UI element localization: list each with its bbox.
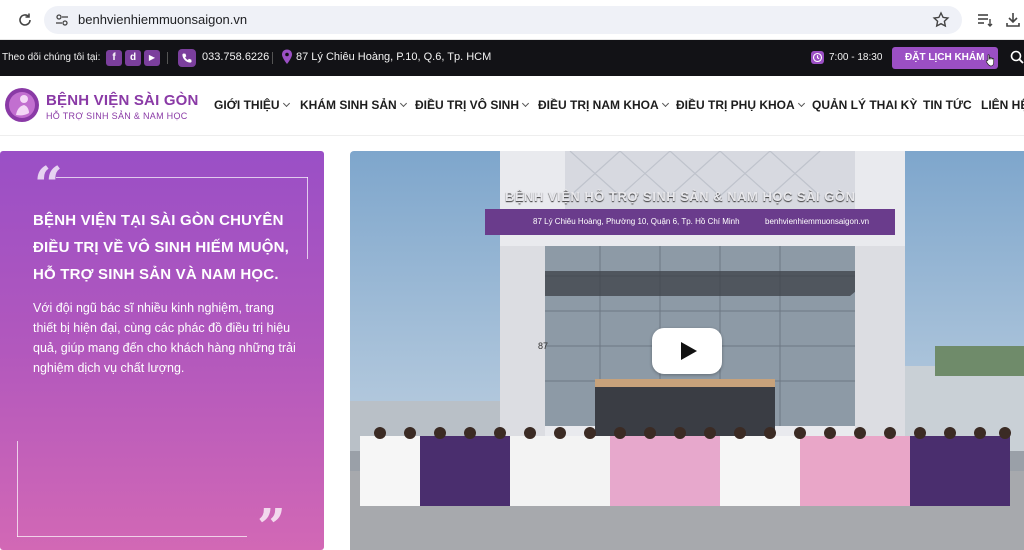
facebook-icon[interactable]: f — [106, 50, 122, 66]
frame-line — [56, 177, 308, 178]
nav-dieu-tri-vo-sinh[interactable]: ĐIỀU TRỊ VÔ SINH — [415, 98, 530, 112]
logo-title[interactable]: BỆNH VIỆN SÀI GÒN — [46, 92, 199, 109]
nav-label: TIN TỨC — [923, 98, 972, 112]
intro-heading: BỆNH VIỆN TẠI SÀI GÒN CHUYÊN ĐIỀU TRỊ VỀ… — [33, 212, 290, 283]
chevron-down-icon — [521, 99, 530, 108]
reload-icon[interactable] — [16, 11, 34, 29]
intro-description: Với đội ngũ bác sĩ nhiều kinh nghiệm, tr… — [33, 301, 296, 375]
nav-lien-he[interactable]: LIÊN HỆ — [981, 98, 1024, 112]
divider — [167, 52, 168, 64]
intro-card: “ BỆNH VIỆN TẠI SÀI GÒN CHUYÊN ĐIỀU TRỊ … — [0, 151, 324, 550]
reading-list-icon[interactable] — [976, 11, 994, 29]
tiktok-icon[interactable]: d — [125, 50, 141, 66]
bookmark-star-icon[interactable] — [932, 11, 950, 29]
banner-address: 87 Lý Chiêu Hoàng, Phường 10, Quận 6, Tp… — [533, 217, 740, 226]
search-icon[interactable] — [1010, 50, 1024, 64]
banner-website: benhvienhiemmuonsaigon.vn — [765, 217, 870, 226]
chevron-down-icon — [282, 99, 290, 108]
frame-line — [17, 441, 18, 537]
nav-label: ĐIỀU TRỊ PHỤ KHOA — [676, 98, 795, 112]
clock-icon — [811, 51, 824, 64]
nav-label: QUẢN LÝ THAI KỲ — [812, 98, 918, 112]
hand-cursor-icon — [985, 54, 995, 67]
open-quote-icon: “ — [34, 155, 63, 214]
nav-label: ĐIỀU TRỊ VÔ SINH — [415, 98, 520, 112]
nav-label: LIÊN HỆ — [981, 98, 1024, 112]
address-text: 87 Lý Chiêu Hoàng, P.10, Q.6, Tp. HCM — [296, 51, 492, 63]
nav-label: GIỚI THIỆU — [214, 98, 280, 112]
divider — [272, 52, 273, 64]
top-info-bar: Theo dõi chúng tôi tại: f d ▶ 033.758.62… — [0, 40, 1024, 76]
logo-subtitle: HỖ TRỢ SINH SẢN & NAM HỌC — [46, 111, 188, 121]
chevron-down-icon — [661, 99, 669, 108]
follow-label: Theo dõi chúng tôi tại: — [2, 52, 101, 63]
close-quote-icon: ” — [257, 497, 286, 550]
opening-hours: 7:00 - 18:30 — [829, 52, 883, 63]
youtube-icon[interactable]: ▶ — [144, 50, 160, 66]
phone-icon[interactable] — [178, 49, 196, 67]
chevron-down-icon — [797, 99, 805, 108]
building-number: 87 — [538, 341, 549, 351]
nav-kham-sinh-san[interactable]: KHÁM SINH SẢN — [300, 98, 407, 112]
nav-tin-tuc[interactable]: TIN TỨC — [923, 98, 972, 112]
building-sign: BỆNH VIỆN HỖ TRỢ SINH SẢN & NAM HỌC SÀI … — [505, 189, 856, 204]
play-video-button[interactable] — [652, 328, 722, 374]
frame-line — [17, 536, 247, 537]
nav-label: KHÁM SINH SẢN — [300, 98, 397, 112]
nav-dieu-tri-phu-khoa[interactable]: ĐIỀU TRỊ PHỤ KHOA — [676, 98, 805, 112]
book-appointment-label: ĐẶT LỊCH KHÁM — [905, 52, 985, 63]
book-appointment-button[interactable]: ĐẶT LỊCH KHÁM — [892, 47, 998, 69]
phone-number[interactable]: 033.758.6226 — [202, 51, 269, 63]
browser-toolbar: benhvienhiemmuonsaigon.vn — [0, 0, 1024, 40]
url-text[interactable]: benhvienhiemmuonsaigon.vn — [78, 12, 247, 27]
site-info-icon[interactable] — [54, 12, 70, 28]
main-navigation: BỆNH VIỆN SÀI GÒN HỖ TRỢ SINH SẢN & NAM … — [0, 76, 1024, 136]
chevron-down-icon — [399, 99, 407, 108]
address-bar[interactable]: benhvienhiemmuonsaigon.vn — [44, 6, 962, 34]
nav-quan-ly-thai-ky[interactable]: QUẢN LÝ THAI KỲ — [812, 98, 917, 112]
hospital-video[interactable]: BỆNH VIỆN HỖ TRỢ SINH SẢN & NAM HỌC SÀI … — [350, 151, 1024, 550]
frame-line — [307, 177, 308, 259]
nav-gioi-thieu[interactable]: GIỚI THIỆU — [214, 98, 290, 112]
location-pin-icon — [282, 49, 292, 64]
nav-dieu-tri-nam-khoa[interactable]: ĐIỀU TRỊ NAM KHOA — [538, 98, 669, 112]
download-icon[interactable] — [1004, 11, 1022, 29]
nav-label: ĐIỀU TRỊ NAM KHOA — [538, 98, 659, 112]
hospital-logo-icon[interactable] — [4, 85, 40, 125]
